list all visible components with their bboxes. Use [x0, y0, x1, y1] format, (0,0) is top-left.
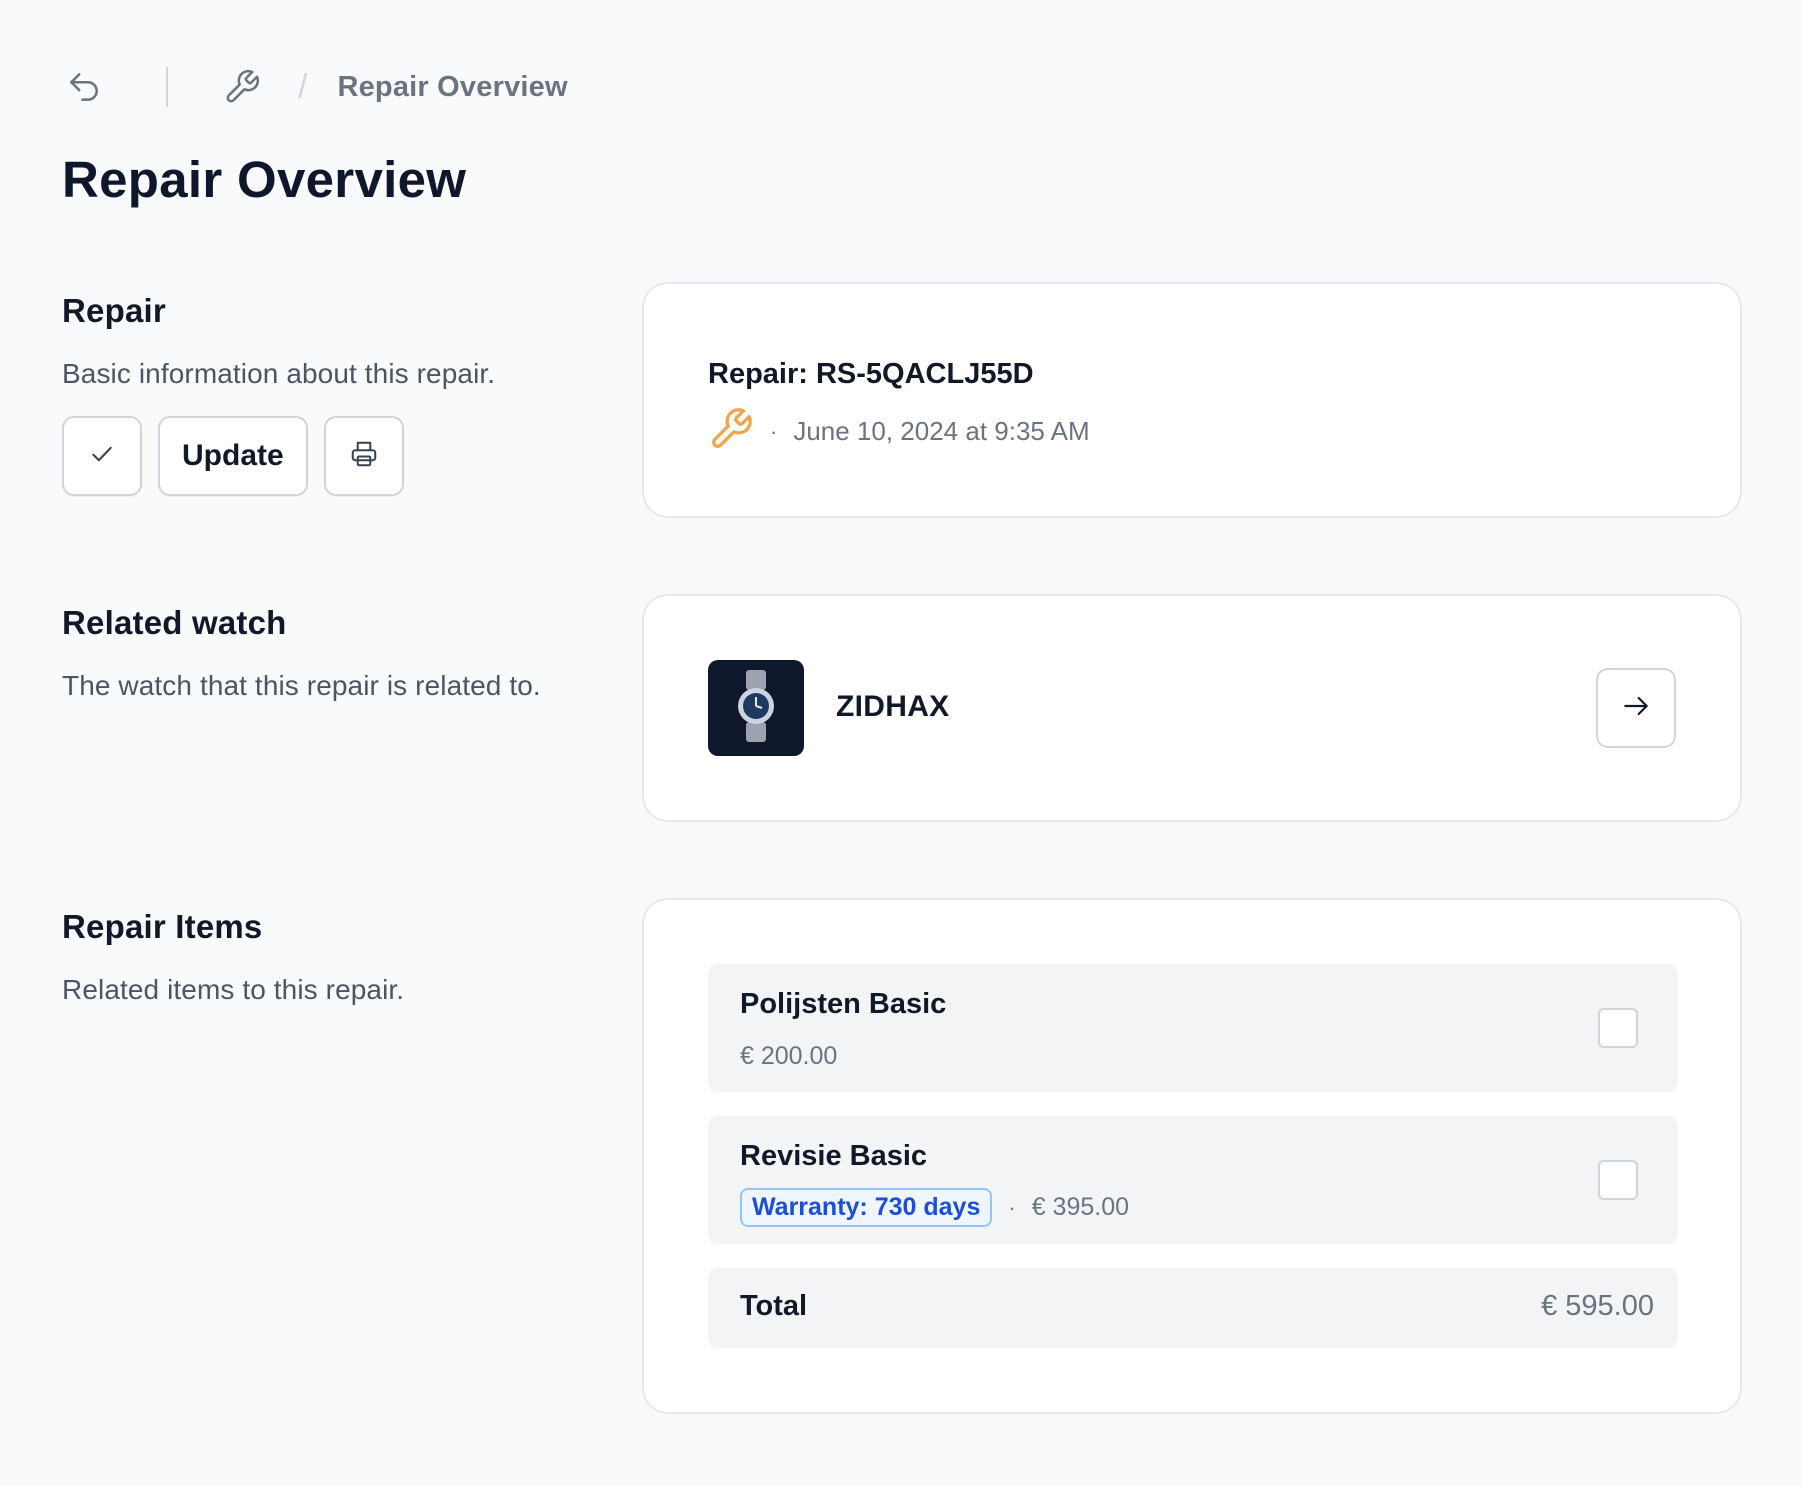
update-button[interactable]: Update — [158, 416, 308, 496]
list-item: Polijsten Basic € 200.00 — [708, 964, 1678, 1092]
meta-separator: · — [1008, 1194, 1016, 1220]
open-watch-button[interactable] — [1596, 668, 1676, 748]
printer-icon — [349, 439, 379, 474]
watch-icon — [734, 668, 778, 749]
repair-meta: · June 10, 2024 at 9:35 AM — [708, 406, 1090, 457]
print-button[interactable] — [323, 416, 404, 496]
items-section: Repair Items Related items to this repai… — [62, 908, 622, 1006]
watch-card: ZIDHAX — [642, 594, 1742, 822]
item-price: € 395.00 — [1031, 1193, 1130, 1221]
breadcrumb: / Repair Overview — [62, 62, 568, 112]
undo-icon[interactable] — [62, 65, 106, 109]
check-icon — [87, 439, 117, 474]
item-meta: Warranty: 730 days · € 395.00 — [740, 1188, 1129, 1227]
repair-overview-page: / Repair Overview Repair Overview Repair… — [0, 0, 1802, 1486]
repair-type-wrench-icon — [708, 406, 754, 457]
watch-section: Related watch The watch that this repair… — [62, 604, 622, 702]
repair-description: Basic information about this repair. — [62, 358, 496, 389]
watch-description: The watch that this repair is related to… — [62, 670, 541, 701]
list-item: Revisie Basic Warranty: 730 days · € 395… — [708, 1116, 1678, 1244]
meta-separator: · — [770, 418, 778, 444]
repair-id: Repair: RS-5QACLJ55D — [708, 358, 1034, 390]
item-name: Polijsten Basic — [740, 988, 947, 1020]
items-description: Related items to this repair. — [62, 974, 405, 1005]
repair-actions: Update — [62, 416, 622, 496]
watch-thumbnail[interactable] — [708, 660, 804, 756]
item-name: Revisie Basic — [740, 1140, 928, 1172]
items-heading: Repair Items — [62, 908, 263, 945]
wrench-icon[interactable] — [220, 65, 264, 109]
repair-card: Repair: RS-5QACLJ55D · June 10, 2024 at … — [642, 282, 1742, 518]
breadcrumb-slash: / — [298, 67, 308, 106]
total-row: Total € 595.00 — [708, 1268, 1678, 1348]
watch-name: ZIDHAX — [836, 690, 950, 723]
watch-heading: Related watch — [62, 604, 287, 641]
item-price: € 200.00 — [740, 1042, 838, 1070]
arrow-right-icon — [1620, 690, 1652, 727]
repair-section: Repair Basic information about this repa… — [62, 292, 622, 496]
item-checkbox[interactable] — [1598, 1008, 1638, 1048]
item-checkbox[interactable] — [1598, 1160, 1638, 1200]
complete-button[interactable] — [62, 416, 142, 496]
items-card: Polijsten Basic € 200.00 Revisie Basic W… — [642, 898, 1742, 1414]
total-label: Total — [740, 1290, 808, 1322]
breadcrumb-divider — [166, 67, 168, 107]
repair-heading: Repair — [62, 292, 166, 329]
breadcrumb-current[interactable]: Repair Overview — [337, 71, 567, 104]
page-title: Repair Overview — [62, 151, 467, 208]
total-value: € 595.00 — [1541, 1290, 1654, 1322]
repair-date: June 10, 2024 at 9:35 AM — [793, 416, 1090, 446]
warranty-badge: Warranty: 730 days — [740, 1188, 993, 1227]
